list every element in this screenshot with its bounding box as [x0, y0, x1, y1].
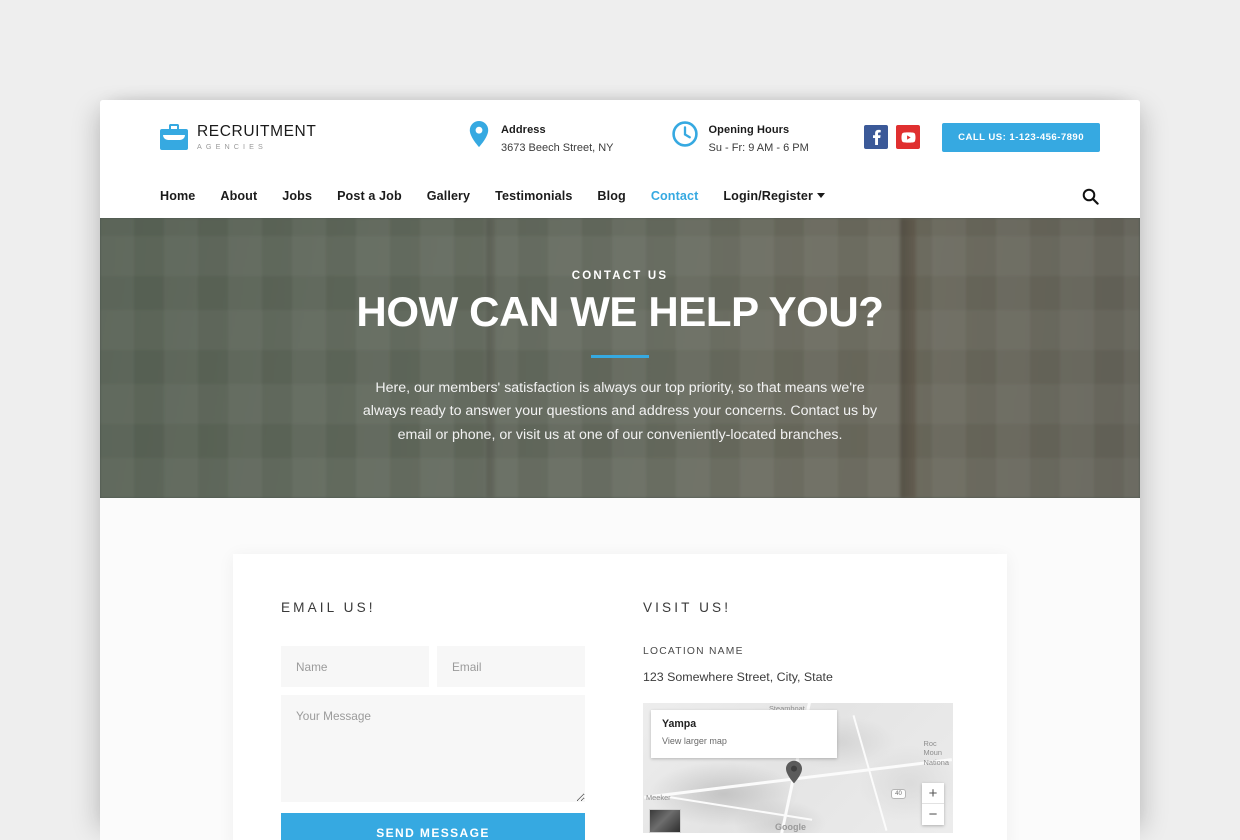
chevron-down-icon — [816, 193, 825, 198]
visit-us-column: VISIT US! LOCATION NAME 123 Somewhere St… — [643, 600, 953, 840]
search-icon[interactable] — [1080, 186, 1100, 206]
email-input[interactable] — [437, 646, 585, 687]
send-message-button[interactable]: SEND MESSAGE — [281, 813, 585, 840]
header-hours-block: Opening Hours Su - Fr: 9 AM - 6 PM — [671, 118, 809, 156]
map-street-view-thumbnail[interactable] — [649, 809, 681, 833]
map-route-badge: 40 — [891, 789, 906, 799]
site-header: RECRUITMENT AGENCIES Address 3673 Beech … — [100, 100, 1140, 218]
browser-page-card: RECRUITMENT AGENCIES Address 3673 Beech … — [100, 100, 1140, 840]
nav-list: Home About Jobs Post a Job Gallery Testi… — [160, 187, 825, 205]
nav-item-home[interactable]: Home — [160, 189, 195, 203]
header-top-bar: RECRUITMENT AGENCIES Address 3673 Beech … — [100, 100, 1140, 174]
map-zoom-out-button[interactable]: − — [922, 804, 944, 825]
contact-content-area: EMAIL US! SEND MESSAGE VISIT US! LOCATIO… — [100, 498, 1140, 840]
briefcase-icon — [160, 124, 188, 150]
logo-tagline: AGENCIES — [197, 141, 267, 151]
name-email-row — [281, 646, 585, 687]
address-value: 3673 Beech Street, NY — [501, 142, 614, 155]
address-label: Address — [501, 124, 546, 137]
map-marker-icon[interactable] — [785, 760, 803, 784]
map-zoom-in-button[interactable]: + — [922, 783, 944, 804]
google-logo: Google — [775, 822, 806, 832]
name-input[interactable] — [281, 646, 429, 687]
nav-item-testimonials[interactable]: Testimonials — [495, 189, 572, 203]
map-info-window: Yampa View larger map — [651, 710, 837, 758]
call-us-button[interactable]: CALL US: 1-123-456-7890 — [942, 122, 1100, 152]
visit-us-heading: VISIT US! — [643, 600, 732, 615]
location-address: 123 Somewhere Street, City, State — [643, 670, 833, 684]
map-label-meeker: Meeker — [646, 793, 671, 802]
youtube-icon[interactable] — [896, 125, 921, 149]
contact-card: EMAIL US! SEND MESSAGE VISIT US! LOCATIO… — [233, 554, 1007, 840]
map-place-name: Yampa — [662, 718, 697, 730]
hero-banner: CONTACT US HOW CAN WE HELP YOU? Here, ou… — [100, 218, 1140, 498]
hours-value: Su - Fr: 9 AM - 6 PM — [708, 142, 809, 155]
hero-eyebrow: CONTACT US — [571, 270, 669, 282]
hero-content: CONTACT US HOW CAN WE HELP YOU? Here, ou… — [100, 218, 1140, 447]
nav-item-about[interactable]: About — [220, 189, 257, 203]
nav-item-blog[interactable]: Blog — [597, 189, 625, 203]
map-pin-icon — [468, 120, 490, 153]
clock-icon — [671, 121, 698, 152]
location-name-label: LOCATION NAME — [643, 646, 744, 657]
view-larger-map-link[interactable]: View larger map — [662, 736, 727, 746]
header-actions: CALL US: 1-123-456-7890 — [864, 122, 1100, 152]
facebook-icon[interactable] — [864, 125, 889, 149]
nav-item-jobs[interactable]: Jobs — [282, 189, 312, 203]
nav-item-login-register[interactable]: Login/Register — [723, 189, 825, 203]
hours-label: Opening Hours — [708, 124, 790, 137]
email-us-heading: EMAIL US! — [281, 600, 376, 615]
hero-paragraph: Here, our members' satisfaction is alway… — [362, 379, 878, 443]
nav-item-gallery[interactable]: Gallery — [427, 189, 470, 203]
header-contact-group: Address 3673 Beech Street, NY Opening Ho… — [468, 118, 809, 156]
nav-item-login-register-label: Login/Register — [723, 189, 813, 203]
map-label-national-park: Roc Moun Nationa — [923, 739, 949, 767]
map-zoom-controls: + − — [922, 783, 944, 825]
logo-title: RECRUITMENT — [197, 123, 317, 141]
header-address-block: Address 3673 Beech Street, NY — [468, 118, 614, 156]
main-navigation: Home About Jobs Post a Job Gallery Testi… — [100, 174, 1140, 218]
google-map-embed[interactable]: Steamboat Roc Moun Nationa Meeker 40 Yam… — [643, 703, 953, 833]
hero-divider — [591, 355, 649, 358]
email-us-column: EMAIL US! SEND MESSAGE — [281, 600, 585, 840]
site-logo[interactable]: RECRUITMENT AGENCIES — [160, 124, 460, 150]
message-textarea[interactable] — [281, 695, 585, 802]
nav-item-post-a-job[interactable]: Post a Job — [337, 189, 402, 203]
page-title: HOW CAN WE HELP YOU? — [356, 288, 884, 335]
nav-item-contact[interactable]: Contact — [651, 189, 699, 203]
